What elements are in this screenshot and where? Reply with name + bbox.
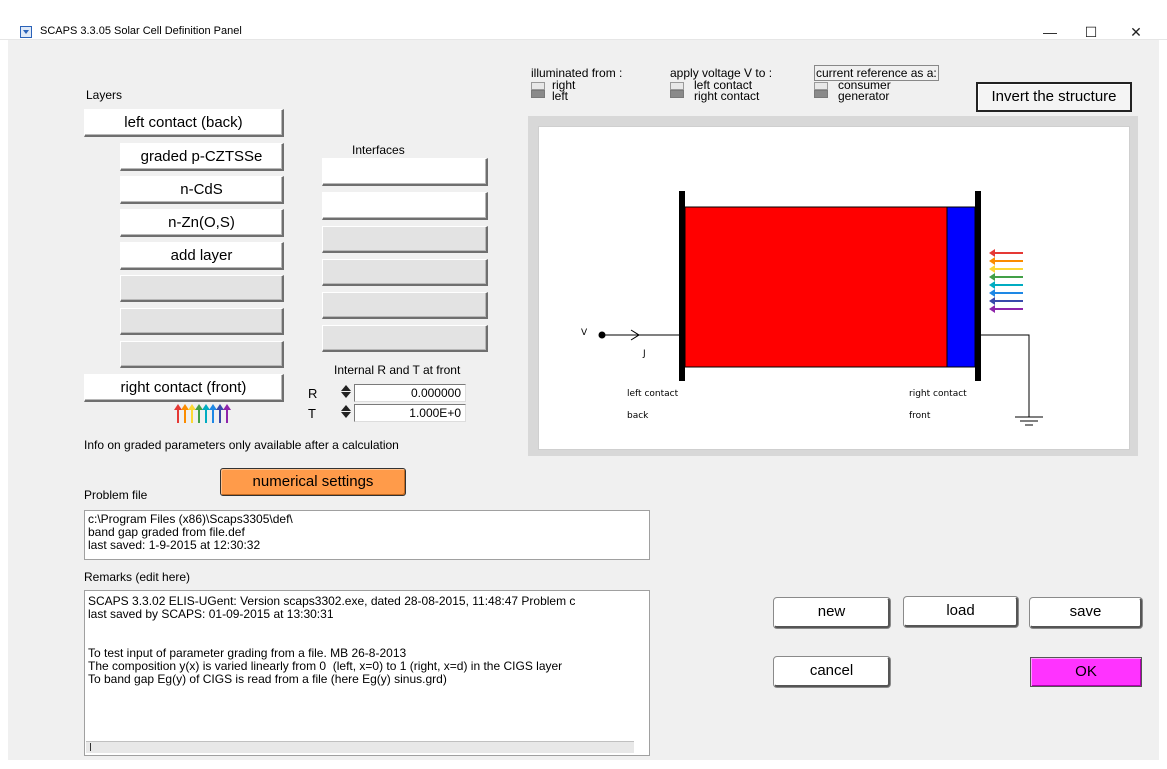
layer-1-button[interactable]: graded p-CZTSSe bbox=[120, 143, 284, 171]
numerical-settings-button[interactable]: numerical settings bbox=[220, 468, 406, 496]
illuminated-label: illuminated from : bbox=[531, 66, 623, 80]
voltage-label: V bbox=[581, 328, 588, 338]
cancel-button[interactable]: cancel bbox=[774, 657, 890, 687]
right-contact-label: right contact bbox=[909, 389, 967, 399]
add-layer-button[interactable]: add layer bbox=[120, 242, 284, 270]
layer-3-button[interactable]: n-Zn(O,S) bbox=[120, 209, 284, 237]
interface-2-button[interactable] bbox=[322, 192, 488, 220]
empty-layer-slot bbox=[120, 308, 284, 335]
ok-button[interactable]: OK bbox=[1030, 657, 1142, 687]
empty-interface-slot bbox=[322, 226, 488, 253]
illumination-toggle[interactable] bbox=[531, 82, 545, 98]
remarks-label: Remarks (edit here) bbox=[84, 570, 191, 584]
structure-diagram: V J left contact back right contact fron… bbox=[538, 126, 1130, 450]
voltage-contact-toggle[interactable] bbox=[670, 82, 684, 98]
current-reference-toggle[interactable] bbox=[814, 82, 828, 98]
empty-layer-slot bbox=[120, 275, 284, 302]
back-label: back bbox=[627, 411, 649, 421]
remarks-textarea[interactable]: SCAPS 3.3.02 ELIS-UGent: Version scaps33… bbox=[84, 590, 650, 756]
left-contact-button[interactable]: left contact (back) bbox=[84, 109, 284, 137]
title-bar: SCAPS 3.3.05 Solar Cell Definition Panel… bbox=[0, 0, 1167, 40]
new-button[interactable]: new bbox=[774, 598, 890, 628]
interfaces-heading: Interfaces bbox=[352, 143, 405, 157]
illumination-arrows-icon bbox=[174, 404, 231, 423]
illumination-option-left: left bbox=[552, 89, 569, 103]
layer-2-button[interactable]: n-CdS bbox=[120, 176, 284, 204]
r-label: R bbox=[308, 386, 318, 401]
invert-structure-button[interactable]: Invert the structure bbox=[976, 82, 1132, 112]
empty-interface-slot bbox=[322, 259, 488, 286]
current-label: J bbox=[643, 349, 646, 359]
r-spinner[interactable] bbox=[341, 385, 351, 399]
save-button[interactable]: save bbox=[1030, 598, 1142, 628]
layers-heading: Layers bbox=[86, 88, 123, 102]
front-label: front bbox=[909, 411, 931, 421]
load-button[interactable]: load bbox=[904, 597, 1018, 627]
empty-layer-slot bbox=[120, 341, 284, 368]
app-icon bbox=[20, 26, 32, 38]
current-option-generator: generator bbox=[838, 89, 890, 103]
left-contact-label: left contact bbox=[627, 389, 679, 399]
r-value-field[interactable]: 0.000000 bbox=[354, 384, 466, 402]
t-spinner[interactable] bbox=[341, 405, 351, 419]
info-text: Info on graded parameters only available… bbox=[84, 438, 399, 452]
empty-interface-slot bbox=[322, 292, 488, 319]
remarks-horizontal-scrollbar[interactable] bbox=[86, 741, 634, 753]
internal-rt-heading: Internal R and T at front bbox=[334, 363, 461, 377]
problem-file-label: Problem file bbox=[84, 488, 148, 502]
interface-1-button[interactable] bbox=[322, 158, 488, 186]
t-label: T bbox=[308, 406, 316, 421]
right-contact-button[interactable]: right contact (front) bbox=[84, 374, 284, 402]
window-title: SCAPS 3.3.05 Solar Cell Definition Panel bbox=[40, 25, 242, 37]
definition-panel: Layers left contact (back) graded p-CZTS… bbox=[8, 40, 1159, 760]
problem-file-box: c:\Program Files (x86)\Scaps3305\def\ ba… bbox=[84, 510, 650, 560]
voltage-option-right-contact: right contact bbox=[694, 89, 760, 103]
t-value-field[interactable]: 1.000E+0 bbox=[354, 404, 466, 422]
empty-interface-slot bbox=[322, 325, 488, 352]
scrollbar-left-marker bbox=[90, 743, 91, 751]
